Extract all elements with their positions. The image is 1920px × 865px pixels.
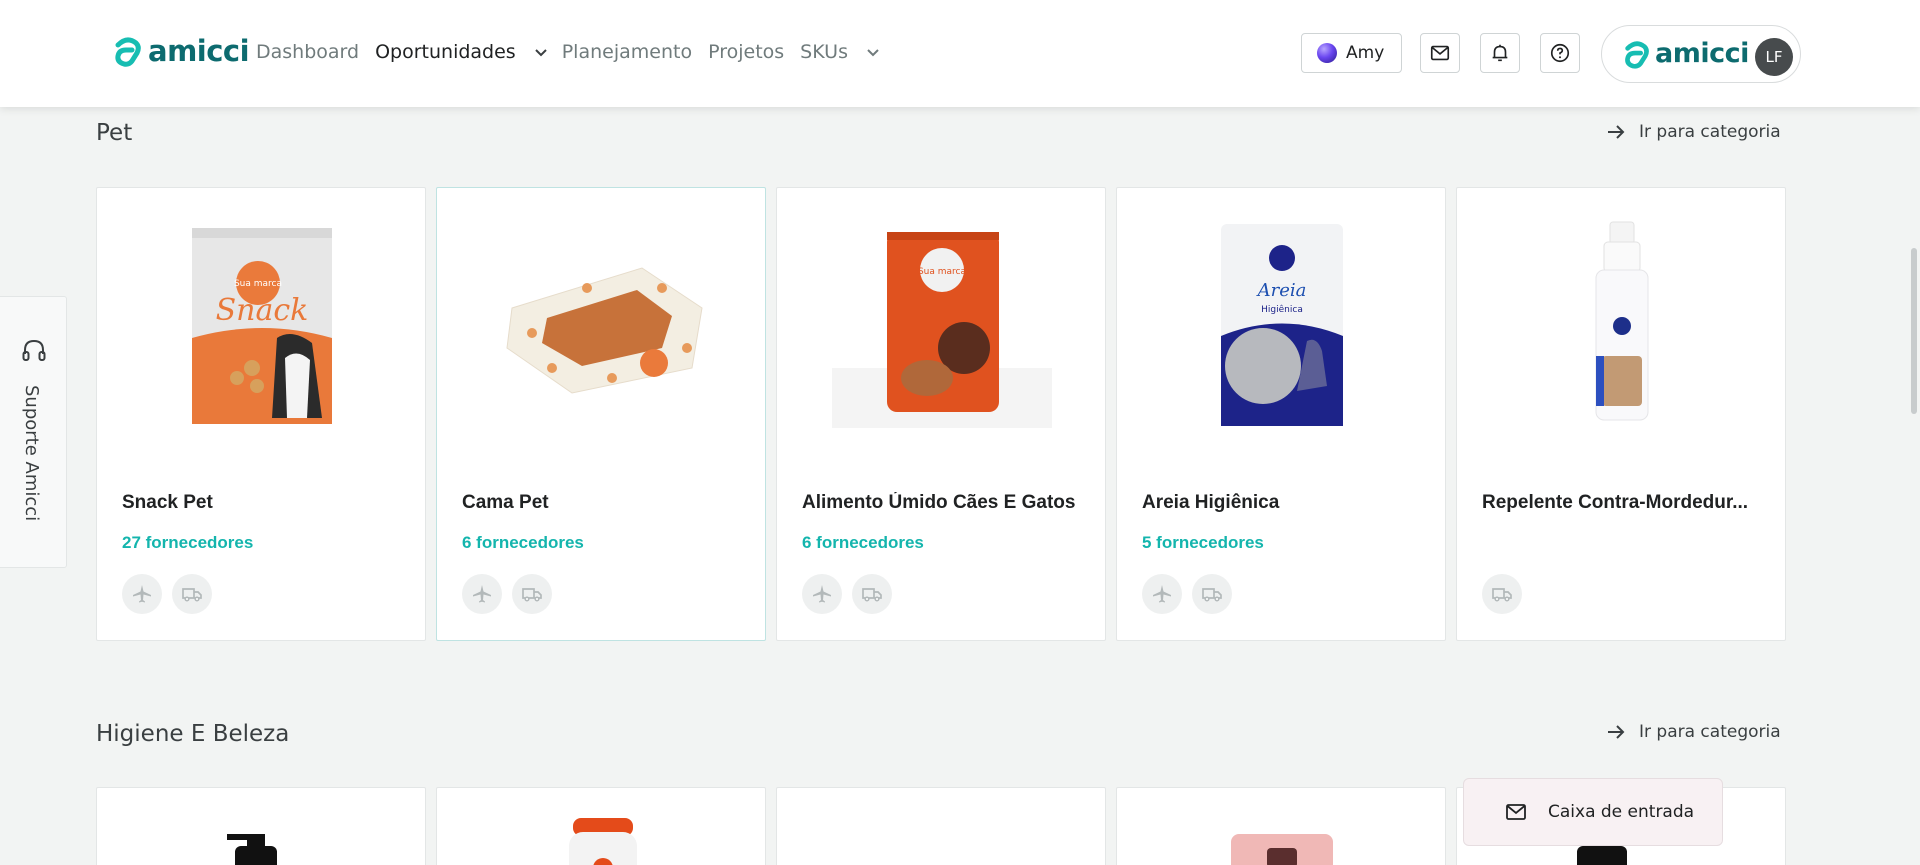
scrollbar-track[interactable] (1904, 107, 1920, 865)
inbox-button[interactable]: Caixa de entrada (1463, 778, 1723, 846)
product-name: Alimento Úmido Cães E Gatos (802, 492, 1076, 513)
goto-label: Ir para categoria (1639, 722, 1781, 742)
amy-orb-icon (1317, 43, 1337, 63)
notifications-button[interactable] (1480, 33, 1520, 73)
main-nav: Dashboard Oportunidades Planejamento Pro… (256, 41, 894, 63)
chevron-down-icon[interactable] (864, 43, 882, 61)
product-card[interactable] (436, 787, 766, 865)
help-button[interactable] (1540, 33, 1580, 73)
airplane-icon (1142, 574, 1182, 614)
section-title-higiene-e-beleza: Higiene E Beleza (96, 721, 290, 747)
product-card-alimento-umido[interactable]: Sua marca Alimento Úmido Cães E Gatos 6 … (776, 187, 1106, 641)
top-header: amicci Dashboard Oportunidades Planejame… (0, 0, 1920, 107)
truck-icon (1482, 574, 1522, 614)
truck-icon (852, 574, 892, 614)
nav-skus[interactable]: SKUs (800, 41, 848, 63)
mail-icon (1430, 45, 1450, 61)
supplier-count-link[interactable]: 6 fornecedores (802, 533, 924, 553)
product-image (569, 818, 637, 865)
airplane-icon (802, 574, 842, 614)
truck-icon (172, 574, 212, 614)
avatar[interactable]: LF (1755, 38, 1793, 76)
nav-planejamento[interactable]: Planejamento (562, 41, 692, 63)
chevron-down-icon[interactable] (532, 43, 550, 61)
product-card-snack-pet[interactable]: Sua marca Snack Snack Pet 27 fornecedore… (96, 187, 426, 641)
amy-label: Amy (1346, 43, 1385, 63)
goto-category-higiene-e-beleza[interactable]: Ir para categoria (1605, 721, 1781, 743)
product-card[interactable] (776, 787, 1106, 865)
product-image (1457, 208, 1787, 438)
product-image: Areia Higiênica (1117, 208, 1447, 438)
mail-icon (1506, 804, 1526, 820)
product-image (437, 208, 767, 438)
airplane-icon (462, 574, 502, 614)
nav-projetos[interactable]: Projetos (708, 41, 784, 63)
product-card-cama-pet[interactable]: Cama Pet 6 fornecedores (436, 187, 766, 641)
product-name: Repelente Contra-Mordedur... (1482, 492, 1749, 513)
product-card[interactable] (96, 787, 426, 865)
product-image: Sua marca (777, 208, 1107, 438)
section-title-pet: Pet (96, 120, 133, 146)
product-image (227, 834, 277, 865)
arrow-right-icon (1608, 125, 1625, 139)
amicci-logo-icon (1625, 40, 1649, 69)
supplier-count-link[interactable]: 6 fornecedores (462, 533, 584, 553)
product-name: Cama Pet (462, 492, 549, 513)
goto-label: Ir para categoria (1639, 122, 1781, 142)
product-name: Areia Higiênica (1142, 492, 1280, 513)
goto-category-pet[interactable]: Ir para categoria (1605, 121, 1781, 143)
support-label: Suporte Amicci (21, 385, 42, 522)
product-image (1231, 834, 1333, 865)
product-card-areia-higienica[interactable]: Areia Higiênica Areia Higiênica 5 fornec… (1116, 187, 1446, 641)
company-logo: amicci (1622, 38, 1749, 69)
pack-snack-word: Snack (216, 293, 309, 328)
inbox-label: Caixa de entrada (1548, 802, 1695, 822)
truck-icon (1192, 574, 1232, 614)
product-card[interactable] (1116, 787, 1446, 865)
airplane-icon (122, 574, 162, 614)
headset-icon (22, 339, 46, 361)
help-icon (1550, 43, 1570, 63)
product-card-repelente[interactable]: Repelente Contra-Mordedur... (1456, 187, 1786, 641)
pack-brand-text: Sua marca (918, 267, 966, 277)
supplier-count-link[interactable]: 27 fornecedores (122, 533, 253, 553)
pack-brand-text: Sua marca (234, 279, 282, 289)
arrow-right-icon (1608, 725, 1625, 739)
support-tab[interactable]: Suporte Amicci (0, 296, 67, 568)
nav-oportunidades[interactable]: Oportunidades (375, 41, 516, 63)
amicci-logo-icon (115, 37, 141, 67)
logo-text: amicci (148, 34, 250, 68)
profile-menu[interactable]: amicci LF (1601, 25, 1801, 83)
amicci-logo[interactable]: amicci (112, 34, 250, 68)
nav-dashboard[interactable]: Dashboard (256, 41, 359, 63)
scrollbar-thumb[interactable] (1911, 248, 1917, 414)
bell-icon (1492, 44, 1508, 62)
product-image: Sua marca Snack (97, 208, 427, 438)
supplier-count-link[interactable]: 5 fornecedores (1142, 533, 1264, 553)
mail-button[interactable] (1420, 33, 1460, 73)
pack-areia-word: Areia (1256, 280, 1307, 301)
pack-areia-sub: Higiênica (1261, 304, 1303, 315)
product-name: Snack Pet (122, 492, 213, 513)
truck-icon (512, 574, 552, 614)
amy-assistant-button[interactable]: Amy (1301, 33, 1402, 73)
profile-logo-text: amicci (1655, 38, 1749, 69)
